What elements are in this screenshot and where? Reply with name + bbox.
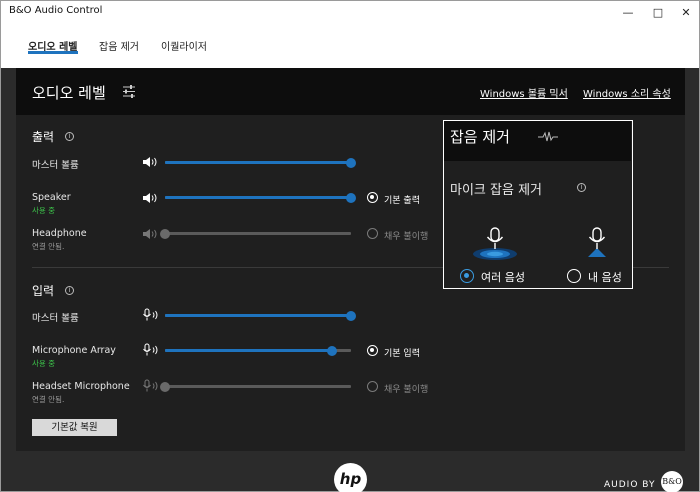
output-section-title: 출력 xyxy=(32,130,55,144)
title-bar: B&O Audio Control — □ ✕ xyxy=(1,1,699,23)
popup-subtitle: 마이크 잡음 제거 xyxy=(450,183,542,198)
microphone-volume-icon[interactable] xyxy=(142,308,160,322)
headset-microphone-device-name: Headset Microphone xyxy=(32,381,130,392)
speaker-status: 사용 중 xyxy=(32,206,56,215)
microphone-array-device-name: Microphone Array xyxy=(32,345,116,356)
popup-info-icon[interactable]: i xyxy=(577,183,586,192)
tab-equalizer[interactable]: 이퀄라이저 xyxy=(161,38,207,53)
headphone-volume-slider xyxy=(160,228,351,239)
output-master-slider-fill xyxy=(165,161,351,164)
speaker-default-radio[interactable] xyxy=(367,192,378,203)
tab-noise-cancellation[interactable]: 잡음 제거 xyxy=(99,38,139,53)
sliders-settings-icon[interactable] xyxy=(122,85,136,98)
output-master-slider-thumb[interactable] xyxy=(346,157,356,168)
microphone-array-slider-thumb[interactable] xyxy=(327,345,338,356)
noise-cancellation-popup: 잡음 제거 마이크 잡음 제거 i 여러 음성 내 음성 xyxy=(443,120,633,289)
bang-olufsen-logo: B&O xyxy=(661,471,683,492)
output-info-icon[interactable]: i xyxy=(65,132,74,141)
headphone-status: 연결 안됨. xyxy=(32,242,65,251)
multiple-voices-microphone-icon xyxy=(473,227,517,260)
audio-by-text: AUDIO BY xyxy=(604,480,656,490)
headphone-slider-thumb xyxy=(160,228,170,239)
input-master-slider-fill xyxy=(165,314,351,317)
multiple-voices-label: 여러 음성 xyxy=(481,271,525,284)
close-button[interactable]: ✕ xyxy=(671,1,700,23)
my-voice-radio[interactable] xyxy=(567,269,581,283)
popup-header: 잡음 제거 xyxy=(444,121,631,161)
waveform-icon xyxy=(538,131,558,142)
maximize-button[interactable]: □ xyxy=(643,1,673,23)
speaker-default-label: 기본 출력 xyxy=(384,196,420,206)
input-master-label: 마스터 볼륨 xyxy=(32,313,79,324)
microphone-volume-icon[interactable] xyxy=(142,343,160,357)
speaker-volume-icon[interactable] xyxy=(142,192,160,204)
popup-title: 잡음 제거 xyxy=(450,128,510,146)
microphone-array-slider-fill xyxy=(165,349,333,352)
microphone-array-default-radio[interactable] xyxy=(367,345,378,356)
headphone-default-radio xyxy=(367,228,378,239)
output-master-slider[interactable] xyxy=(165,157,356,168)
footer: hp AUDIO BY B&O xyxy=(1,451,699,492)
speaker-device-name: Speaker xyxy=(32,192,71,203)
tab-bar: 오디오 레벨 잡음 제거 이퀄라이저 xyxy=(1,23,699,68)
active-tab-indicator xyxy=(28,51,78,54)
headphone-default-label: 채우 불이행 xyxy=(384,232,429,242)
headset-microphone-slider-thumb xyxy=(160,381,170,392)
hp-logo: hp xyxy=(334,463,367,492)
app-window: B&O Audio Control — □ ✕ 오디오 레벨 잡음 제거 이퀄라… xyxy=(0,0,700,492)
windows-volume-mixer-link[interactable]: Windows 볼륨 믹서 xyxy=(480,85,568,100)
speaker-slider-fill xyxy=(165,196,351,199)
minimize-button[interactable]: — xyxy=(613,1,643,23)
headset-microphone-volume-slider xyxy=(160,381,351,392)
headset-microphone-default-label: 채우 불이행 xyxy=(384,385,429,395)
minimize-icon: — xyxy=(622,5,634,19)
output-master-label: 마스터 볼륨 xyxy=(32,160,79,171)
headset-microphone-status: 연결 안됨. xyxy=(32,395,65,404)
microphone-array-volume-slider[interactable] xyxy=(165,345,351,356)
my-voice-label: 내 음성 xyxy=(588,271,622,284)
input-master-slider[interactable] xyxy=(165,310,356,321)
headset-microphone-default-radio xyxy=(367,381,378,392)
microphone-volume-disabled-icon xyxy=(143,379,158,392)
restore-defaults-button[interactable]: 기본값 복원 xyxy=(32,419,117,436)
my-voice-microphone-icon xyxy=(588,227,606,257)
input-info-icon[interactable]: i xyxy=(65,286,74,295)
speaker-volume-slider[interactable] xyxy=(165,192,356,203)
multiple-voices-radio[interactable] xyxy=(460,269,474,283)
microphone-array-status: 사용 중 xyxy=(32,359,56,368)
input-section-title: 입력 xyxy=(32,284,55,298)
panel-header: 오디오 레벨 Windows 볼륨 믹서 Windows 소리 속성 xyxy=(16,68,685,115)
speaker-volume-disabled-icon xyxy=(143,229,157,239)
panel-title: 오디오 레벨 xyxy=(32,84,106,102)
close-icon: ✕ xyxy=(681,5,691,19)
maximize-icon: □ xyxy=(652,5,664,19)
speaker-volume-icon[interactable] xyxy=(142,156,160,168)
window-title: B&O Audio Control xyxy=(9,5,103,16)
headphone-device-name: Headphone xyxy=(32,228,87,239)
input-master-slider-thumb[interactable] xyxy=(346,310,356,321)
windows-sound-properties-link[interactable]: Windows 소리 속성 xyxy=(583,85,671,100)
speaker-slider-thumb[interactable] xyxy=(346,192,356,203)
microphone-array-default-label: 기본 입력 xyxy=(384,349,420,359)
